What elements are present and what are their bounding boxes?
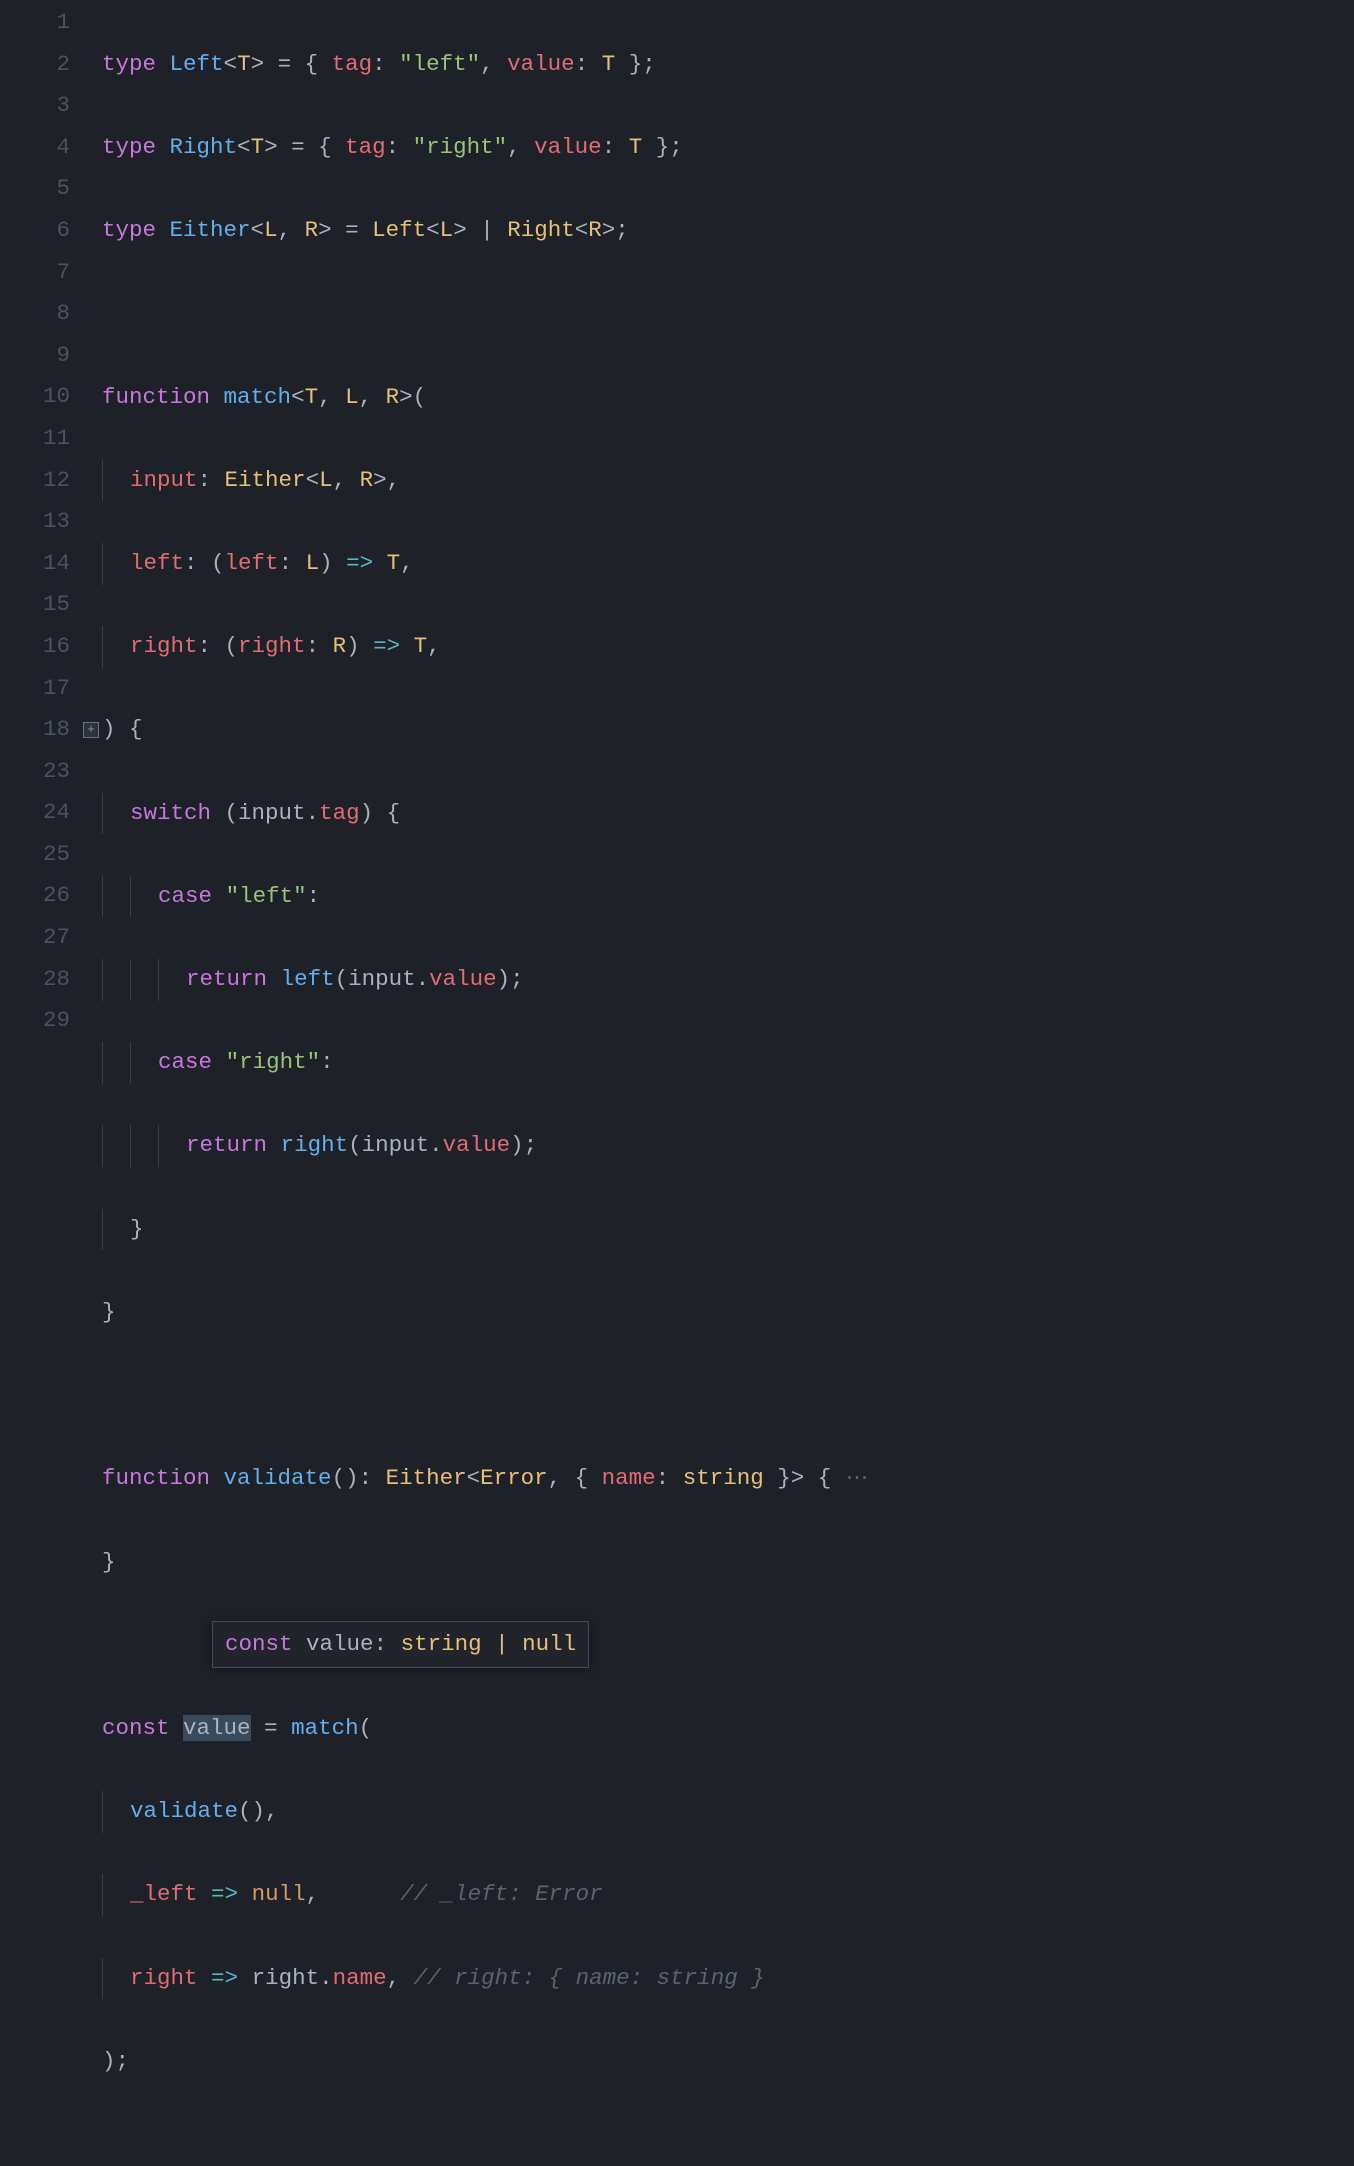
code-line[interactable]: ) { (102, 709, 1354, 751)
line-number: 8 (0, 293, 80, 335)
line-number: 26 (0, 875, 80, 917)
fold-gutter: + (80, 0, 102, 1206)
code-line[interactable]: } (102, 1542, 1354, 1584)
line-number: 9 (0, 335, 80, 377)
code-line[interactable]: switch (input.tag) { (102, 793, 1354, 835)
line-number: 1 (0, 2, 80, 44)
line-number: 17 (0, 668, 80, 710)
line-number: 25 (0, 834, 80, 876)
folded-ellipsis-icon[interactable]: ⋯ (831, 1465, 869, 1491)
code-line[interactable]: right => right.name, // right: { name: s… (102, 1958, 1354, 2000)
line-number: 29 (0, 1000, 80, 1042)
line-number: 16 (0, 626, 80, 668)
comment: // _left: Error (400, 1881, 603, 1907)
code-line[interactable]: case "right": (102, 1042, 1354, 1084)
keyword-type: type (102, 51, 156, 77)
code-line[interactable]: validate(), (102, 1791, 1354, 1833)
line-number: 13 (0, 501, 80, 543)
line-number: 28 (0, 959, 80, 1001)
code-line[interactable]: type Either<L, R> = Left<L> | Right<R>; (102, 210, 1354, 252)
line-number: 14 (0, 543, 80, 585)
line-number: 24 (0, 792, 80, 834)
selected-identifier[interactable]: value (183, 1715, 251, 1741)
code-line[interactable]: case "left": (102, 876, 1354, 918)
code-area[interactable]: type Left<T> = { tag: "left", value: T }… (102, 0, 1354, 1206)
line-number: 7 (0, 252, 80, 294)
line-number-gutter: 1 2 3 4 5 6 7 8 9 10 11 12 13 14 15 16 1… (0, 0, 80, 1206)
line-number: 12 (0, 460, 80, 502)
code-line[interactable]: } (102, 1209, 1354, 1251)
line-number: 27 (0, 917, 80, 959)
line-number: 15 (0, 584, 80, 626)
comment: // right: { name: string } (414, 1965, 765, 1991)
line-number: 6 (0, 210, 80, 252)
type-hover-tooltip: const value: string | null (212, 1621, 589, 1669)
code-line[interactable]: function match<T, L, R>( (102, 377, 1354, 419)
code-line[interactable]: } (102, 1292, 1354, 1334)
line-number: 23 (0, 751, 80, 793)
code-line[interactable]: return left(input.value); (102, 959, 1354, 1001)
code-line[interactable]: input: Either<L, R>, (102, 460, 1354, 502)
type-name: Left (170, 51, 224, 77)
code-line[interactable]: _left => null, // _left: Error (102, 1874, 1354, 1916)
code-line[interactable]: return right(input.value); (102, 1125, 1354, 1167)
line-number: 10 (0, 376, 80, 418)
line-number: 11 (0, 418, 80, 460)
code-editor[interactable]: 1 2 3 4 5 6 7 8 9 10 11 12 13 14 15 16 1… (0, 0, 1354, 1206)
line-number: 4 (0, 127, 80, 169)
code-line[interactable]: right: (right: R) => T, (102, 626, 1354, 668)
code-line[interactable]: const value = match( (102, 1708, 1354, 1750)
code-line[interactable]: type Left<T> = { tag: "left", value: T }… (102, 44, 1354, 86)
line-number: 3 (0, 85, 80, 127)
fold-expand-icon[interactable]: + (83, 722, 99, 738)
line-number: 18 (0, 709, 80, 751)
code-line[interactable]: left: (left: L) => T, (102, 543, 1354, 585)
code-line[interactable]: const value: string | null (102, 1625, 1354, 1667)
line-number: 5 (0, 168, 80, 210)
code-line[interactable] (102, 293, 1354, 335)
code-line[interactable]: ); (102, 2041, 1354, 2083)
code-line[interactable]: function validate(): Either<Error, { nam… (102, 1458, 1354, 1500)
line-number: 2 (0, 44, 80, 86)
code-line[interactable] (102, 1375, 1354, 1417)
code-line[interactable]: type Right<T> = { tag: "right", value: T… (102, 127, 1354, 169)
